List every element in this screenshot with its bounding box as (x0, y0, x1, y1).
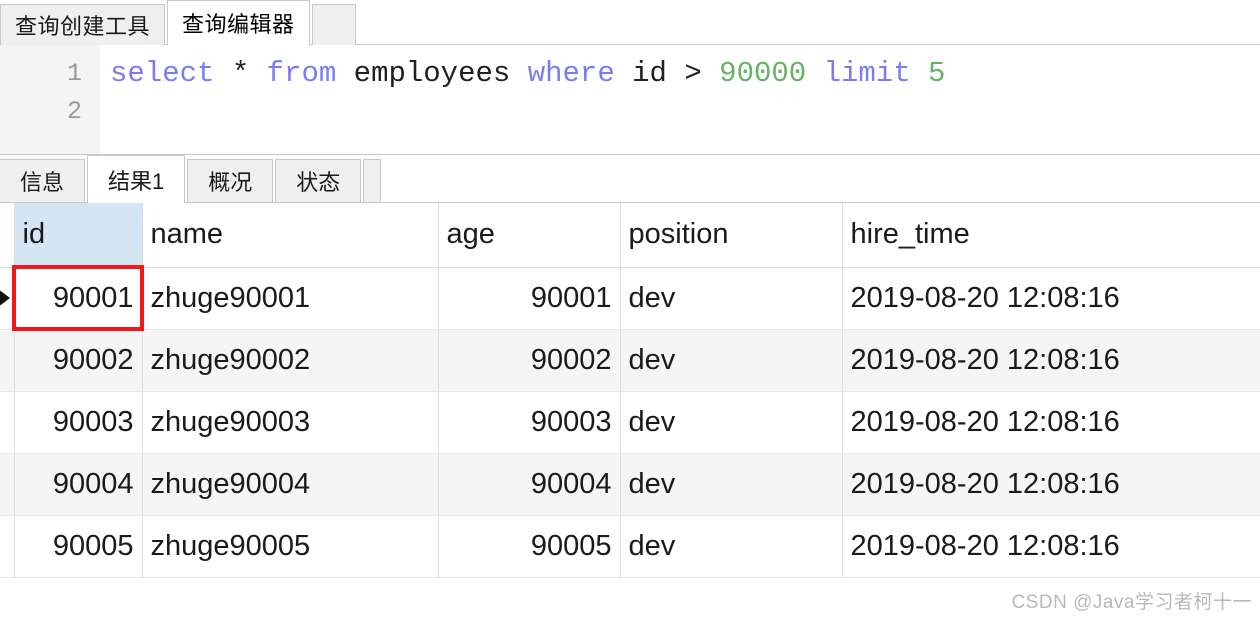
result-tabstrip-empty-slot (363, 159, 381, 202)
table-row[interactable]: 90003zhuge9000390003dev2019-08-20 12:08:… (0, 391, 1260, 453)
result-tab-status-label: 状态 (296, 165, 340, 197)
sql-token-7 (510, 57, 527, 90)
result-grid[interactable]: id name age position hire_time 90001zhug… (0, 203, 1260, 578)
column-header-position[interactable]: position (620, 203, 842, 267)
column-header-name[interactable]: name (142, 203, 438, 267)
tab-query-builder-label: 查询创建工具 (15, 9, 150, 41)
sql-token-11 (667, 57, 684, 90)
sql-token-4: from (267, 57, 337, 90)
watermark: CSDN @Java学习者柯十一 (1011, 587, 1252, 614)
cell-id[interactable]: 90004 (14, 453, 142, 515)
tab-query-editor[interactable]: 查询编辑器 (167, 0, 310, 45)
cell-name[interactable]: zhuge90004 (142, 453, 438, 515)
sql-token-17 (911, 57, 928, 90)
row-marker-cell[interactable] (0, 329, 14, 391)
cell-hire-time[interactable]: 2019-08-20 12:08:16 (842, 515, 1260, 577)
table-row[interactable]: 90004zhuge9000490004dev2019-08-20 12:08:… (0, 453, 1260, 515)
sql-line-2 (110, 93, 1260, 131)
editor-code-area[interactable]: select * from employees where id > 90000… (100, 45, 1260, 154)
sql-editor[interactable]: 1 2 select * from employees where id > 9… (0, 45, 1260, 155)
sql-line-1: select * from employees where id > 90000… (110, 55, 1260, 93)
cell-id[interactable]: 90005 (14, 515, 142, 577)
cell-id[interactable]: 90003 (14, 391, 142, 453)
current-row-arrow-icon (0, 289, 10, 307)
cell-age[interactable]: 90004 (438, 453, 620, 515)
sql-token-2: * (232, 57, 249, 90)
editor-gutter: 1 2 (0, 45, 100, 154)
tab-query-builder[interactable]: 查询创建工具 (0, 4, 165, 45)
sql-token-13 (702, 57, 719, 90)
result-tab-status[interactable]: 状态 (275, 159, 361, 202)
cell-position[interactable]: dev (620, 329, 842, 391)
sql-client-window: 查询创建工具 查询编辑器 1 2 select * from employees… (0, 0, 1260, 624)
cell-position[interactable]: dev (620, 267, 842, 329)
line-number-1: 1 (0, 55, 100, 93)
cell-name[interactable]: zhuge90005 (142, 515, 438, 577)
result-tab-info-label: 信息 (20, 165, 64, 197)
sql-token-10: id (632, 57, 667, 90)
cell-id[interactable]: 90001 (14, 267, 142, 329)
sql-token-3 (249, 57, 266, 90)
sql-token-8: where (528, 57, 615, 90)
cell-id[interactable]: 90002 (14, 329, 142, 391)
row-marker-cell[interactable] (0, 391, 14, 453)
column-header-hire-time[interactable]: hire_time (842, 203, 1260, 267)
sql-token-15 (806, 57, 823, 90)
cell-name[interactable]: zhuge90001 (142, 267, 438, 329)
cell-age[interactable]: 90002 (438, 329, 620, 391)
tab-query-editor-label: 查询编辑器 (182, 7, 295, 39)
row-marker-cell[interactable] (0, 267, 14, 329)
cell-age[interactable]: 90003 (438, 391, 620, 453)
sql-token-16: limit (824, 57, 911, 90)
table-row[interactable]: 90005zhuge9000590005dev2019-08-20 12:08:… (0, 515, 1260, 577)
result-tab-info[interactable]: 信息 (0, 159, 85, 202)
sql-token-6: employees (354, 57, 511, 90)
result-tab-profile-label: 概况 (208, 165, 252, 197)
sql-token-18: 5 (928, 57, 945, 90)
result-table-head: id name age position hire_time (0, 203, 1260, 267)
cell-position[interactable]: dev (620, 391, 842, 453)
cell-age[interactable]: 90005 (438, 515, 620, 577)
sql-token-1 (214, 57, 231, 90)
column-header-age[interactable]: age (438, 203, 620, 267)
cell-age[interactable]: 90001 (438, 267, 620, 329)
result-table-body: 90001zhuge9000190001dev2019-08-20 12:08:… (0, 267, 1260, 577)
column-header-id[interactable]: id (14, 203, 142, 267)
row-marker-cell[interactable] (0, 453, 14, 515)
sql-token-5 (336, 57, 353, 90)
line-number-2: 2 (0, 93, 100, 131)
table-row[interactable]: 90002zhuge9000290002dev2019-08-20 12:08:… (0, 329, 1260, 391)
cell-name[interactable]: zhuge90002 (142, 329, 438, 391)
sql-token-14: 90000 (719, 57, 806, 90)
cell-hire-time[interactable]: 2019-08-20 12:08:16 (842, 391, 1260, 453)
sql-token-0: select (110, 57, 214, 90)
editor-tabstrip: 查询创建工具 查询编辑器 (0, 0, 1260, 45)
cell-hire-time[interactable]: 2019-08-20 12:08:16 (842, 267, 1260, 329)
cell-hire-time[interactable]: 2019-08-20 12:08:16 (842, 453, 1260, 515)
cell-position[interactable]: dev (620, 515, 842, 577)
result-tabstrip: 信息 结果1 概况 状态 (0, 155, 1260, 203)
cell-name[interactable]: zhuge90003 (142, 391, 438, 453)
table-header-row: id name age position hire_time (0, 203, 1260, 267)
result-tab-result1[interactable]: 结果1 (87, 155, 185, 203)
table-row[interactable]: 90001zhuge9000190001dev2019-08-20 12:08:… (0, 267, 1260, 329)
result-tab-result1-label: 结果1 (108, 164, 164, 196)
sql-token-9 (615, 57, 632, 90)
sql-token-12: > (684, 57, 701, 90)
result-table: id name age position hire_time 90001zhug… (0, 203, 1260, 578)
result-tab-profile[interactable]: 概况 (187, 159, 273, 202)
row-marker-header (0, 203, 14, 267)
row-marker-cell[interactable] (0, 515, 14, 577)
tabstrip-empty-slot (312, 4, 356, 45)
cell-position[interactable]: dev (620, 453, 842, 515)
cell-hire-time[interactable]: 2019-08-20 12:08:16 (842, 329, 1260, 391)
